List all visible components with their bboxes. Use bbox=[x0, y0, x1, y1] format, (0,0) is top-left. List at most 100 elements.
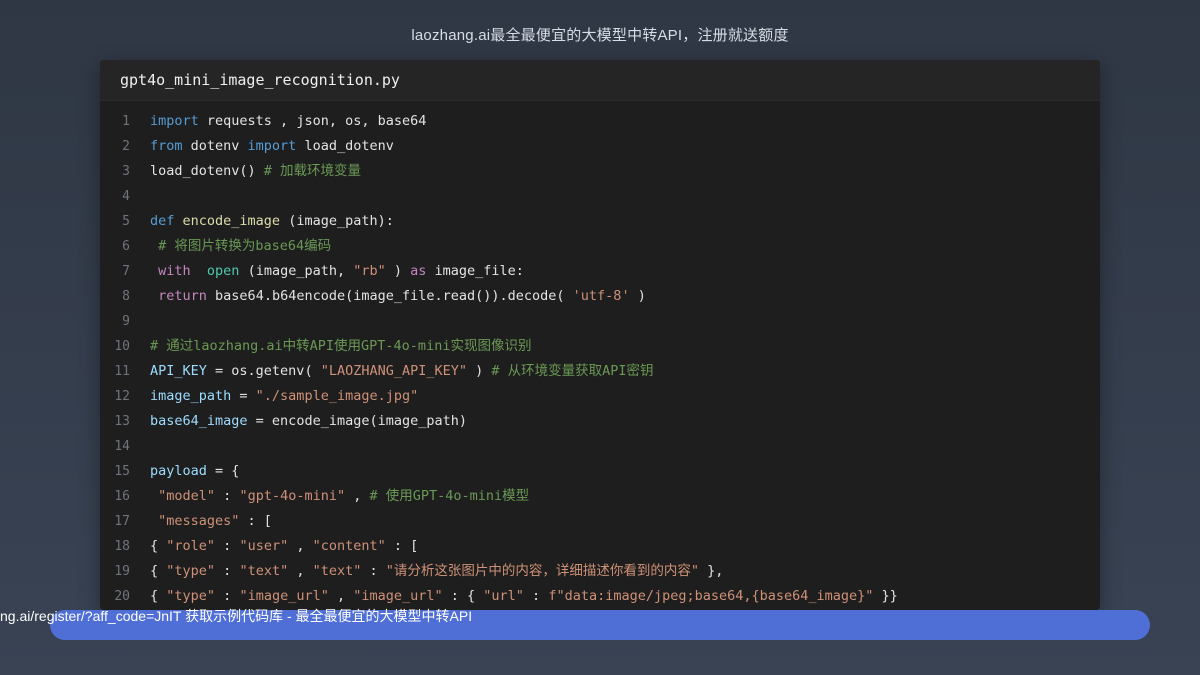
code-token: , bbox=[288, 538, 313, 554]
line-number: 8 bbox=[122, 289, 130, 304]
code-line: 15 payload = { bbox=[100, 459, 1100, 484]
code-token: = os.getenv( bbox=[206, 363, 321, 379]
line-number: 3 bbox=[122, 164, 130, 179]
code-line: 10 # 通过laozhang.ai中转API使用GPT-4o-mini实现图像识… bbox=[100, 334, 1100, 359]
code-token: import bbox=[150, 113, 199, 129]
code-token: # 加载环境变量 bbox=[263, 163, 362, 179]
code-token: # 从环境变量获取API密钥 bbox=[491, 363, 654, 379]
code-token: ) bbox=[467, 363, 492, 379]
bottom-link-text[interactable]: ng.ai/register/?aff_code=JnIT 获取示例代码库 - … bbox=[0, 606, 472, 626]
line-number: 2 bbox=[122, 139, 130, 154]
code-line: 16 "model" : "gpt-4o-mini" , # 使用GPT-4o-… bbox=[100, 484, 1100, 509]
code-token: as bbox=[410, 263, 427, 279]
line-code: # 将图片转换为base64编码 bbox=[150, 234, 331, 259]
line-code: { "role" : "user" , "content" : [ bbox=[150, 534, 418, 559]
code-token: "messages" bbox=[158, 513, 240, 529]
code-window: gpt4o_mini_image_recognition.py 1 import … bbox=[100, 60, 1100, 610]
line-number: 1 bbox=[122, 114, 130, 129]
code-line: 18 { "role" : "user" , "content" : [ bbox=[100, 534, 1100, 559]
code-token: f"data:image/jpeg;base64,{base64_image}" bbox=[548, 588, 874, 604]
line-code: API_KEY = os.getenv( "LAOZHANG_API_KEY" … bbox=[150, 359, 654, 384]
code-token: base64_image bbox=[150, 413, 248, 429]
code-body: 1 import requests , json, os, base64 2 from… bbox=[100, 101, 1100, 609]
code-token: payload bbox=[150, 463, 207, 479]
code-line: 8 return base64.b64encode(image_file.rea… bbox=[100, 284, 1100, 309]
line-code: "model" : "gpt-4o-mini" , # 使用GPT-4o-min… bbox=[150, 484, 529, 509]
line-number: 5 bbox=[122, 214, 130, 229]
code-token: : [ bbox=[385, 538, 419, 554]
code-token: "text" bbox=[312, 563, 362, 579]
code-token: : bbox=[215, 563, 240, 579]
code-token: }} bbox=[873, 588, 898, 604]
code-token: = { bbox=[206, 463, 240, 479]
line-code: import requests , json, os, base64 bbox=[150, 109, 426, 134]
code-token: (image_path, bbox=[239, 263, 354, 279]
line-number: 4 bbox=[122, 189, 130, 204]
code-token: open bbox=[206, 263, 240, 279]
code-token: "text" bbox=[239, 563, 289, 579]
code-token: dotenv bbox=[182, 138, 248, 154]
file-title: gpt4o_mini_image_recognition.py bbox=[120, 71, 400, 89]
code-token: from bbox=[150, 138, 183, 154]
line-code: from dotenv import load_dotenv bbox=[150, 134, 394, 159]
line-number: 7 bbox=[122, 264, 130, 279]
code-token: "image_url" bbox=[353, 588, 443, 604]
code-token: "LAOZHANG_API_KEY" bbox=[320, 363, 468, 379]
line-number: 11 bbox=[114, 364, 130, 379]
code-token: ) bbox=[629, 288, 646, 304]
line-code: base64_image = encode_image(image_path) bbox=[150, 409, 467, 434]
code-line: 17 "messages" : [ bbox=[100, 509, 1100, 534]
code-line: 14 bbox=[100, 434, 1100, 459]
code-token: image_file: bbox=[426, 263, 524, 279]
line-number: 9 bbox=[122, 314, 130, 329]
code-token: "model" bbox=[158, 488, 216, 504]
code-line: 6 # 将图片转换为base64编码 bbox=[100, 234, 1100, 259]
code-token: "type" bbox=[166, 563, 216, 579]
code-token: , bbox=[345, 488, 370, 504]
code-line: 13 base64_image = encode_image(image_path… bbox=[100, 409, 1100, 434]
code-token: : bbox=[361, 563, 386, 579]
line-number: 16 bbox=[114, 489, 130, 504]
code-token: : bbox=[215, 488, 240, 504]
code-token: (image_path): bbox=[280, 213, 394, 229]
code-token: # 将图片转换为base64编码 bbox=[150, 238, 332, 254]
line-code: payload = { bbox=[150, 459, 239, 484]
top-caption: laozhang.ai最全最便宜的大模型中转API，注册就送额度 bbox=[411, 27, 789, 44]
code-token: "请分析这张图片中的内容，详细描述你看到的内容" bbox=[385, 563, 700, 579]
code-line: 11 API_KEY = os.getenv( "LAOZHANG_API_KEY… bbox=[100, 359, 1100, 384]
code-line: 12 image_path = "./sample_image.jpg" bbox=[100, 384, 1100, 409]
code-token: , bbox=[288, 563, 313, 579]
code-token: { bbox=[150, 538, 167, 554]
code-line: 3 load_dotenv() # 加载环境变量 bbox=[100, 159, 1100, 184]
code-token: # 使用GPT-4o-mini模型 bbox=[369, 488, 530, 504]
code-token: ) bbox=[385, 263, 411, 279]
code-token: = bbox=[231, 388, 256, 404]
code-line: 2 from dotenv import load_dotenv bbox=[100, 134, 1100, 159]
line-number: 12 bbox=[114, 389, 130, 404]
code-token: "type" bbox=[166, 588, 216, 604]
code-token: API_KEY bbox=[150, 363, 207, 379]
code-token: : { bbox=[442, 588, 484, 604]
code-token: "url" bbox=[483, 588, 524, 604]
code-token: "./sample_image.jpg" bbox=[255, 388, 419, 404]
code-line: 7 with open (image_path, "rb" ) as image… bbox=[100, 259, 1100, 284]
code-token: "user" bbox=[239, 538, 289, 554]
line-code: return base64.b64encode(image_file.read(… bbox=[150, 284, 646, 309]
code-token: encode_image bbox=[182, 213, 281, 229]
line-number: 14 bbox=[114, 439, 130, 454]
code-token: : bbox=[215, 538, 240, 554]
line-number: 18 bbox=[114, 539, 130, 554]
line-code: # 通过laozhang.ai中转API使用GPT-4o-mini实现图像识别 bbox=[150, 334, 531, 359]
code-line: 19 { "type" : "text" , "text" : "请分析这张图片中… bbox=[100, 559, 1100, 584]
line-number: 13 bbox=[114, 414, 130, 429]
code-token: "content" bbox=[312, 538, 386, 554]
line-code: def encode_image (image_path): bbox=[150, 209, 394, 234]
code-token: }, bbox=[699, 563, 724, 579]
line-code: image_path = "./sample_image.jpg" bbox=[150, 384, 418, 409]
line-code: with open (image_path, "rb" ) as image_f… bbox=[150, 259, 524, 284]
